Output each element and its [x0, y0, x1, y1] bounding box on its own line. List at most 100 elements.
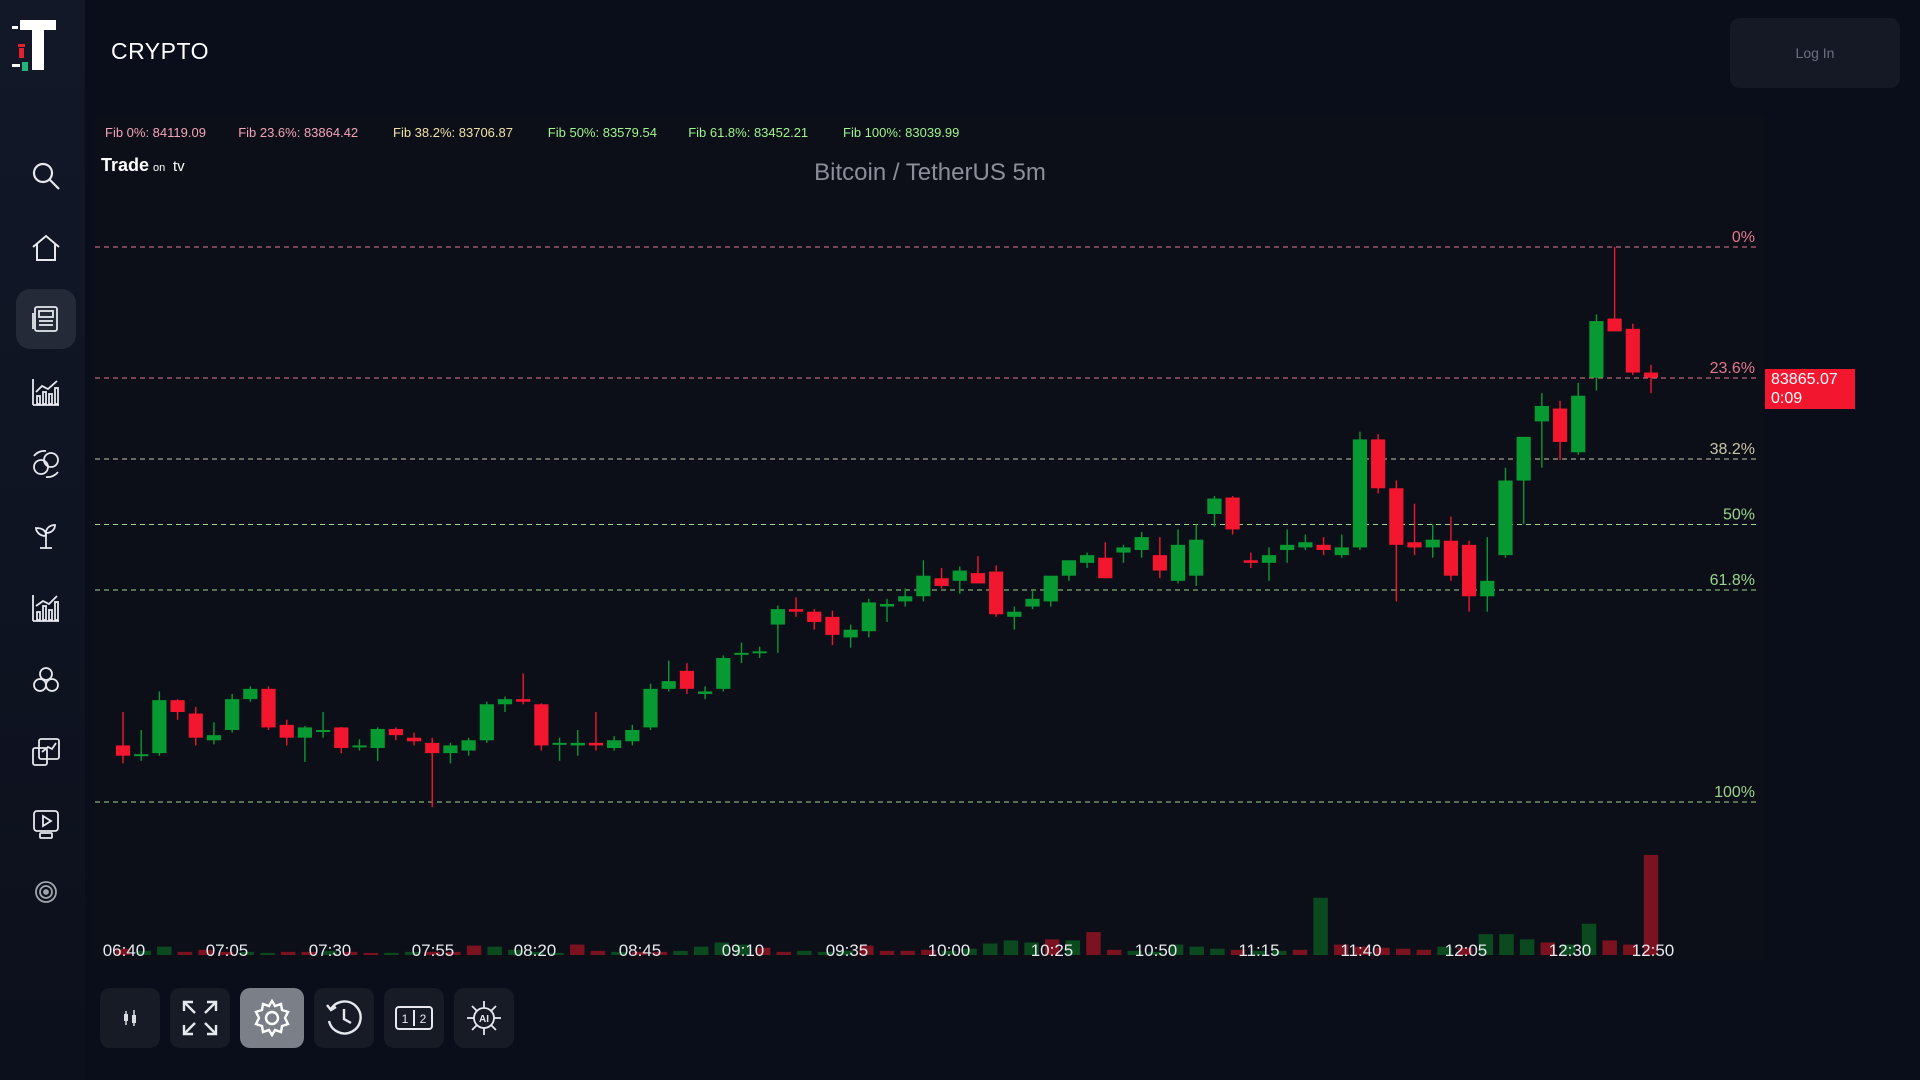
volume-bar [487, 946, 502, 955]
ai-assistant-button[interactable]: AI [454, 988, 514, 1048]
candle-body [1043, 575, 1058, 602]
candle-body [261, 688, 276, 728]
candle-body [1280, 544, 1295, 550]
candle-body [625, 729, 640, 742]
currency-exchange-icon[interactable] [16, 434, 76, 494]
candle-body [1625, 328, 1640, 373]
candle-body [206, 735, 222, 741]
home-icon[interactable] [16, 218, 76, 278]
candle-body [1316, 544, 1331, 550]
compare-layout-button[interactable]: 12 [384, 988, 444, 1048]
candle-body [115, 745, 131, 756]
settings-ring-icon[interactable] [16, 862, 76, 922]
candle-body [1462, 544, 1477, 597]
portfolio-icon[interactable] [16, 722, 76, 782]
candle-body [934, 578, 949, 586]
volume-bar [1292, 949, 1308, 955]
candle-body [1589, 321, 1604, 378]
coins-icon[interactable] [16, 650, 76, 710]
candle-body [443, 745, 458, 754]
volume-bar [776, 951, 791, 955]
candlestick-chart[interactable]: Fib 0%: 84119.09 Fib 23.6%: 83864.42 Fib 3… [95, 115, 1841, 978]
volume-bar [1189, 946, 1204, 955]
volume-bar [570, 944, 585, 955]
section-title: CRYPTO [111, 38, 210, 64]
watermark-on: on [153, 162, 165, 174]
replay-history-button[interactable] [314, 988, 374, 1048]
settings-button[interactable] [240, 988, 304, 1048]
plant-growth-icon[interactable] [16, 506, 76, 566]
live-video-icon[interactable] [16, 794, 76, 854]
candle-body [1080, 555, 1095, 563]
expand-icon [182, 1000, 218, 1036]
candle-body [1134, 537, 1149, 550]
time-axis-label: 07:30 [309, 941, 352, 960]
volume-bar [1499, 934, 1514, 955]
search-icon[interactable] [16, 146, 76, 206]
fib-legend-item: Fib 0%: 84119.09 [105, 125, 206, 140]
candle-body [1516, 436, 1531, 481]
candle-body [170, 700, 185, 712]
candle-body [752, 651, 767, 654]
candle-body [370, 728, 385, 748]
candle-body [607, 740, 622, 748]
fib-legend-item: Fib 100%: 83039.99 [843, 125, 959, 140]
time-axis-label: 09:10 [722, 941, 765, 960]
candle-body [989, 571, 1004, 615]
chart-panel[interactable]: Fib 0%: 84119.09 Fib 23.6%: 83864.42 Fib 3… [95, 115, 1841, 978]
volume-bar [1643, 855, 1659, 955]
candle-body [1025, 598, 1040, 607]
candle-body [916, 575, 931, 597]
candle-body [1389, 488, 1404, 545]
chart-title: Bitcoin / TetherUS 5m [814, 159, 1046, 186]
candle-body [861, 602, 876, 632]
time-axis-label: 08:45 [619, 941, 662, 960]
candle-body [279, 724, 294, 738]
candle-body [1189, 539, 1204, 576]
watermark-logo: Trade [101, 155, 149, 175]
time-axis-label: 12:05 [1445, 941, 1488, 960]
candle-body [679, 670, 694, 689]
time-axis-label: 07:05 [206, 941, 249, 960]
candle-body [970, 573, 986, 584]
volume-bar [260, 952, 275, 955]
time-axis-label: 10:25 [1031, 941, 1074, 960]
watermark-tv: tv [173, 158, 185, 175]
time-axis-label: 12:50 [1632, 941, 1675, 960]
login-button[interactable]: Log In [1730, 18, 1900, 88]
svg-text:AI: AI [479, 1014, 489, 1025]
candle-body [807, 611, 822, 622]
volume-bar [384, 952, 399, 955]
split-layout-icon: 12 [395, 1006, 433, 1030]
volume-bar [1086, 932, 1101, 955]
volume-bar [1416, 949, 1432, 955]
candle-body [497, 699, 513, 705]
analytics-icon[interactable] [16, 578, 76, 638]
fullscreen-button[interactable] [170, 988, 230, 1048]
candle-body [316, 729, 331, 732]
app-logo[interactable] [10, 18, 60, 72]
volume-bar [1519, 939, 1535, 955]
candle-body [770, 609, 785, 625]
candle-body [643, 688, 658, 728]
candle-body [297, 727, 312, 738]
candle-body [1643, 372, 1659, 378]
fib-legend-item: Fib 38.2%: 83706.87 [393, 125, 513, 140]
current-price-badge: 83865.07 0:09 [1765, 369, 1855, 409]
candle-body [1061, 560, 1076, 576]
candle-body [588, 742, 604, 746]
candle-body [1098, 557, 1113, 579]
news-icon[interactable] [16, 289, 76, 349]
candle-body [188, 713, 203, 738]
volume-bar [590, 950, 606, 955]
candle-body [661, 681, 676, 689]
time-axis-label: 10:50 [1135, 941, 1178, 960]
candle-body [1225, 497, 1240, 530]
candle-type-button[interactable] [100, 988, 160, 1048]
volume-bar [280, 951, 296, 955]
chart-icon[interactable] [16, 362, 76, 422]
sidebar [0, 0, 85, 1080]
fib-level-label: 61.8% [1710, 572, 1755, 589]
candle-body [1261, 555, 1277, 563]
candle-body [1480, 580, 1495, 597]
